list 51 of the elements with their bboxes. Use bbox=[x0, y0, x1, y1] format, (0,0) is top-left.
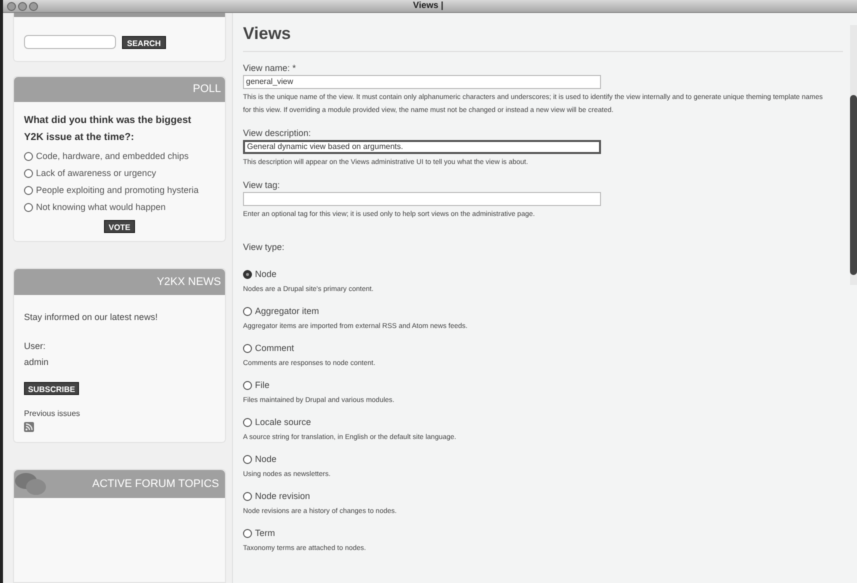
vote-button[interactable]: VOTE bbox=[104, 220, 136, 233]
poll-option[interactable]: Code, hardware, and embedded chips bbox=[24, 150, 205, 163]
scrollbar-thumb[interactable] bbox=[850, 95, 857, 275]
window-minimize-button[interactable] bbox=[18, 2, 27, 10]
window-title: Views | bbox=[413, 0, 444, 12]
view-type-label: View type: bbox=[243, 240, 286, 254]
rss-feed-icon[interactable] bbox=[24, 422, 34, 432]
poll-question: What did you think was the biggest Y2K issue at the time?: bbox=[23, 114, 192, 145]
text-field[interactable] bbox=[243, 192, 601, 206]
radio-button[interactable] bbox=[243, 380, 252, 390]
news-text: Stay informed on our latest news! bbox=[24, 311, 159, 324]
view-type-option[interactable]: File bbox=[243, 379, 843, 391]
radio-button[interactable] bbox=[24, 169, 33, 178]
text-field[interactable]: general_view bbox=[243, 74, 601, 88]
user-name: admin bbox=[24, 356, 50, 369]
radio-button[interactable] bbox=[24, 203, 33, 212]
field-label: View description: bbox=[243, 126, 312, 138]
text-field[interactable]: General dynamic view based on arguments. bbox=[243, 140, 601, 154]
field-label: View name: * bbox=[243, 62, 297, 74]
scrollbar[interactable] bbox=[850, 25, 857, 285]
radio-button[interactable] bbox=[243, 270, 252, 278]
radio-button[interactable] bbox=[243, 306, 252, 316]
radio-button[interactable] bbox=[24, 152, 33, 161]
radio-button[interactable] bbox=[24, 186, 33, 195]
view-type-option[interactable]: Node bbox=[243, 453, 843, 465]
block-title: ACTIVE FORUM TOPICS bbox=[92, 476, 219, 492]
search-button[interactable]: SEARCH bbox=[122, 36, 166, 48]
radio-button[interactable] bbox=[243, 418, 252, 426]
poll-option[interactable]: Lack of awareness or urgency bbox=[24, 167, 205, 180]
user-label: User: bbox=[24, 340, 47, 352]
view-type-option[interactable]: Locale source bbox=[243, 416, 843, 428]
radio-button[interactable] bbox=[243, 454, 252, 464]
search-field[interactable] bbox=[24, 35, 116, 49]
window-zoom-button[interactable] bbox=[29, 2, 38, 10]
radio-button[interactable] bbox=[243, 528, 252, 538]
radio-button[interactable] bbox=[243, 344, 252, 352]
poll-option[interactable]: People exploiting and promoting hysteria bbox=[24, 184, 205, 197]
page-heading: Views bbox=[243, 21, 843, 52]
view-type-option[interactable]: Node revision bbox=[243, 490, 843, 502]
previous-issues-link[interactable]: Previous issues bbox=[24, 408, 215, 420]
window-close-button[interactable] bbox=[7, 2, 16, 10]
block-title: Y2KX NEWS bbox=[14, 269, 225, 295]
subscribe-button[interactable]: SUBSCRIBE bbox=[24, 382, 80, 394]
view-type-option[interactable]: Term bbox=[243, 527, 843, 539]
field-label: View tag: bbox=[243, 178, 281, 190]
poll-option[interactable]: Not knowing what would happen bbox=[24, 201, 205, 214]
block-title: POLL bbox=[14, 77, 225, 102]
radio-button[interactable] bbox=[243, 492, 252, 500]
view-type-option[interactable]: Comment bbox=[243, 342, 843, 354]
view-type-option[interactable]: Aggregator item bbox=[243, 305, 843, 317]
view-type-option[interactable]: Node bbox=[243, 268, 843, 280]
